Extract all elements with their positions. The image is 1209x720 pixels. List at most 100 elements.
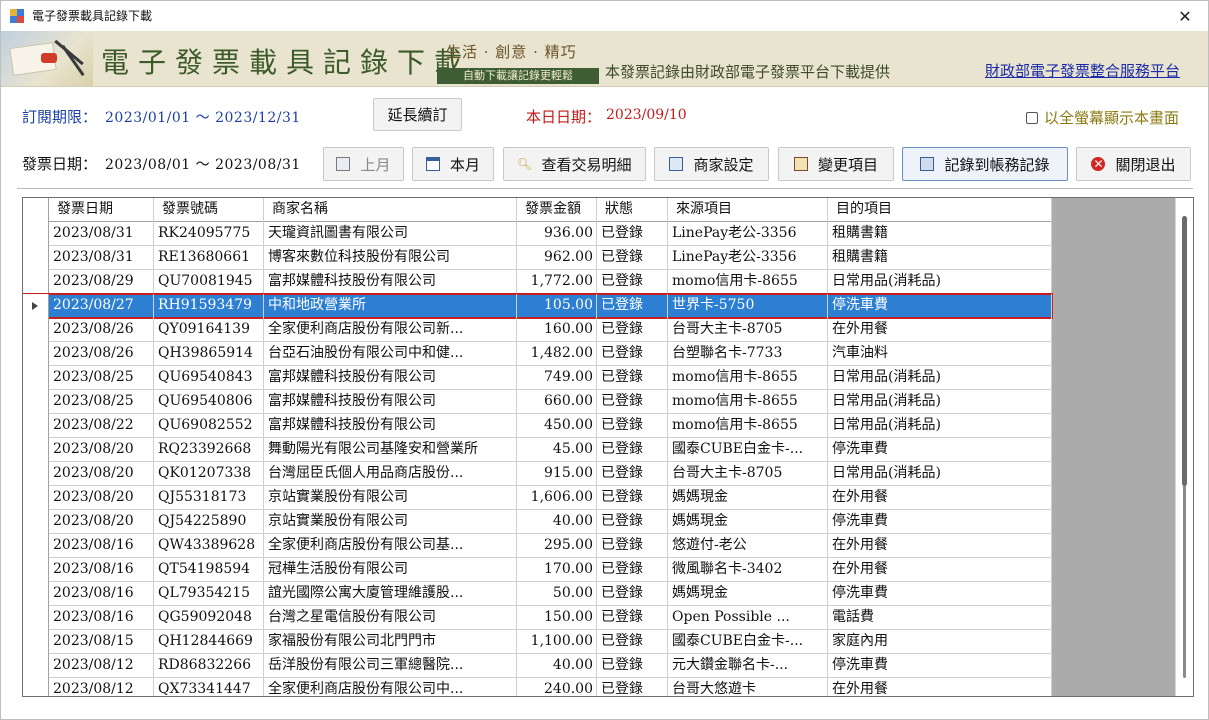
cell-merchant[interactable]: 全家便利商店股份有限公司中... — [264, 678, 517, 696]
cell-number[interactable]: QU69540806 — [154, 390, 264, 414]
cell-status[interactable]: 已登錄 — [597, 438, 668, 462]
cell-amount[interactable]: 1,772.00 — [517, 270, 597, 294]
cell-source[interactable]: 台哥大主卡-8705 — [668, 462, 828, 486]
cell-merchant[interactable]: 富邦媒體科技股份有限公司 — [264, 270, 517, 294]
close-window-button[interactable]: ✕ — [1162, 1, 1208, 31]
cell-amount[interactable]: 450.00 — [517, 414, 597, 438]
extend-subscription-button[interactable]: 延長續訂 — [373, 98, 462, 131]
cell-purpose[interactable]: 日常用品(消耗品) — [828, 366, 1052, 390]
cell-status[interactable]: 已登錄 — [597, 414, 668, 438]
table-row[interactable]: 2023/08/20 QK01207338 台灣屈臣氏個人用品商店股份... 915.… — [23, 462, 1052, 486]
cell-purpose[interactable]: 租購書籍 — [828, 246, 1052, 270]
table-row[interactable]: 2023/08/20 QJ54225890 京站實業股份有限公司 40.00 已登錄 媽媽… — [23, 510, 1052, 534]
cell-source[interactable]: momo信用卡-8655 — [668, 270, 828, 294]
cell-merchant[interactable]: 天瓏資訊圖書有限公司 — [264, 222, 517, 246]
close-exit-button[interactable]: ✕ 關閉退出 — [1076, 147, 1191, 181]
table-row[interactable]: 2023/08/27 RH91593479 中和地政營業所 105.00 已登錄 世界卡-… — [23, 293, 1053, 319]
cell-merchant[interactable]: 富邦媒體科技股份有限公司 — [264, 414, 517, 438]
cell-purpose[interactable]: 汽車油料 — [828, 342, 1052, 366]
cell-status[interactable]: 已登錄 — [597, 486, 668, 510]
cell-date[interactable]: 2023/08/20 — [49, 438, 154, 462]
cell-amount[interactable]: 45.00 — [517, 438, 597, 462]
cell-date[interactable]: 2023/08/31 — [49, 222, 154, 246]
cell-date[interactable]: 2023/08/26 — [49, 342, 154, 366]
cell-source[interactable]: 世界卡-5750 — [668, 294, 828, 318]
row-selector[interactable] — [23, 678, 49, 696]
cell-date[interactable]: 2023/08/25 — [49, 390, 154, 414]
cell-amount[interactable]: 660.00 — [517, 390, 597, 414]
cell-source[interactable]: 國泰CUBE白金卡-... — [668, 438, 828, 462]
cell-status[interactable]: 已登錄 — [597, 534, 668, 558]
row-selector[interactable] — [23, 270, 49, 294]
cell-merchant[interactable]: 京站實業股份有限公司 — [264, 510, 517, 534]
cell-date[interactable]: 2023/08/26 — [49, 318, 154, 342]
cell-source[interactable]: 媽媽現金 — [668, 510, 828, 534]
cell-date[interactable]: 2023/08/16 — [49, 606, 154, 630]
table-row[interactable]: 2023/08/16 QW43389628 全家便利商店股份有限公司基... 295.… — [23, 534, 1052, 558]
cell-number[interactable]: RK24095775 — [154, 222, 264, 246]
cell-date[interactable]: 2023/08/16 — [49, 582, 154, 606]
cell-number[interactable]: RE13680661 — [154, 246, 264, 270]
cell-merchant[interactable]: 全家便利商店股份有限公司新... — [264, 318, 517, 342]
cell-amount[interactable]: 40.00 — [517, 654, 597, 678]
cell-status[interactable]: 已登錄 — [597, 678, 668, 696]
row-selector[interactable] — [23, 438, 49, 462]
table-row[interactable]: 2023/08/29 QU70081945 富邦媒體科技股份有限公司 1,772.00… — [23, 270, 1052, 294]
cell-amount[interactable]: 240.00 — [517, 678, 597, 696]
cell-source[interactable]: 元大鑽金聯名卡-... — [668, 654, 828, 678]
cell-status[interactable]: 已登錄 — [597, 318, 668, 342]
cell-merchant[interactable]: 岳洋股份有限公司三軍總醫院... — [264, 654, 517, 678]
row-selector[interactable] — [23, 342, 49, 366]
table-row[interactable]: 2023/08/20 QJ55318173 京站實業股份有限公司 1,606.00 已登… — [23, 486, 1052, 510]
table-row[interactable]: 2023/08/25 QU69540806 富邦媒體科技股份有限公司 660.00 已登… — [23, 390, 1052, 414]
cell-merchant[interactable]: 京站實業股份有限公司 — [264, 486, 517, 510]
cell-purpose[interactable]: 租購書籍 — [828, 222, 1052, 246]
column-header-amount[interactable]: 發票金額 — [517, 198, 597, 222]
cell-source[interactable]: 台哥大悠遊卡 — [668, 678, 828, 696]
cell-date[interactable]: 2023/08/15 — [49, 630, 154, 654]
cell-number[interactable]: QK01207338 — [154, 462, 264, 486]
row-selector[interactable] — [23, 534, 49, 558]
cell-status[interactable]: 已登錄 — [597, 462, 668, 486]
cell-number[interactable]: QJ55318173 — [154, 486, 264, 510]
change-items-button[interactable]: 變更項目 — [778, 147, 894, 181]
cell-purpose[interactable]: 在外用餐 — [828, 678, 1052, 696]
cell-status[interactable]: 已登錄 — [597, 510, 668, 534]
row-selector[interactable] — [23, 318, 49, 342]
cell-source[interactable]: 媽媽現金 — [668, 486, 828, 510]
cell-number[interactable]: QU69540843 — [154, 366, 264, 390]
cell-source[interactable]: 媽媽現金 — [668, 582, 828, 606]
fullscreen-option[interactable]: 以全螢幕顯示本畫面 — [1026, 107, 1179, 128]
table-row[interactable]: 2023/08/12 QX73341447 全家便利商店股份有限公司中... 240.… — [23, 678, 1052, 696]
cell-status[interactable]: 已登錄 — [597, 582, 668, 606]
cell-source[interactable]: 台塑聯名卡-7733 — [668, 342, 828, 366]
cell-date[interactable]: 2023/08/25 — [49, 366, 154, 390]
cell-status[interactable]: 已登錄 — [597, 294, 668, 318]
cell-status[interactable]: 已登錄 — [597, 558, 668, 582]
cell-source[interactable]: Open Possible ... — [668, 606, 828, 630]
cell-purpose[interactable]: 日常用品(消耗品) — [828, 270, 1052, 294]
cell-merchant[interactable]: 富邦媒體科技股份有限公司 — [264, 366, 517, 390]
cell-merchant[interactable]: 台亞石油股份有限公司中和健... — [264, 342, 517, 366]
row-selector[interactable] — [23, 630, 49, 654]
current-month-button[interactable]: 本月 — [412, 147, 494, 181]
cell-merchant[interactable]: 家福股份有限公司北門門市 — [264, 630, 517, 654]
table-row[interactable]: 2023/08/16 QT54198594 冠樺生活股份有限公司 170.00 已登錄微… — [23, 558, 1052, 582]
table-row[interactable]: 2023/08/25 QU69540843 富邦媒體科技股份有限公司 749.00 已登… — [23, 366, 1052, 390]
cell-date[interactable]: 2023/08/16 — [49, 534, 154, 558]
cell-amount[interactable]: 962.00 — [517, 246, 597, 270]
cell-merchant[interactable]: 全家便利商店股份有限公司基... — [264, 534, 517, 558]
einvoice-platform-link[interactable]: 財政部電子發票整合服務平台 — [985, 60, 1180, 81]
cell-number[interactable]: QJ54225890 — [154, 510, 264, 534]
cell-purpose[interactable]: 停洗車費 — [828, 294, 1052, 318]
cell-number[interactable]: RD86832266 — [154, 654, 264, 678]
cell-date[interactable]: 2023/08/20 — [49, 486, 154, 510]
cell-status[interactable]: 已登錄 — [597, 390, 668, 414]
cell-purpose[interactable]: 日常用品(消耗品) — [828, 462, 1052, 486]
cell-number[interactable]: QX73341447 — [154, 678, 264, 696]
table-row[interactable]: 2023/08/15 QH12844669 家福股份有限公司北門門市 1,100.00… — [23, 630, 1052, 654]
cell-amount[interactable]: 915.00 — [517, 462, 597, 486]
cell-date[interactable]: 2023/08/31 — [49, 246, 154, 270]
vertical-scrollbar[interactable] — [1175, 198, 1193, 696]
cell-status[interactable]: 已登錄 — [597, 246, 668, 270]
